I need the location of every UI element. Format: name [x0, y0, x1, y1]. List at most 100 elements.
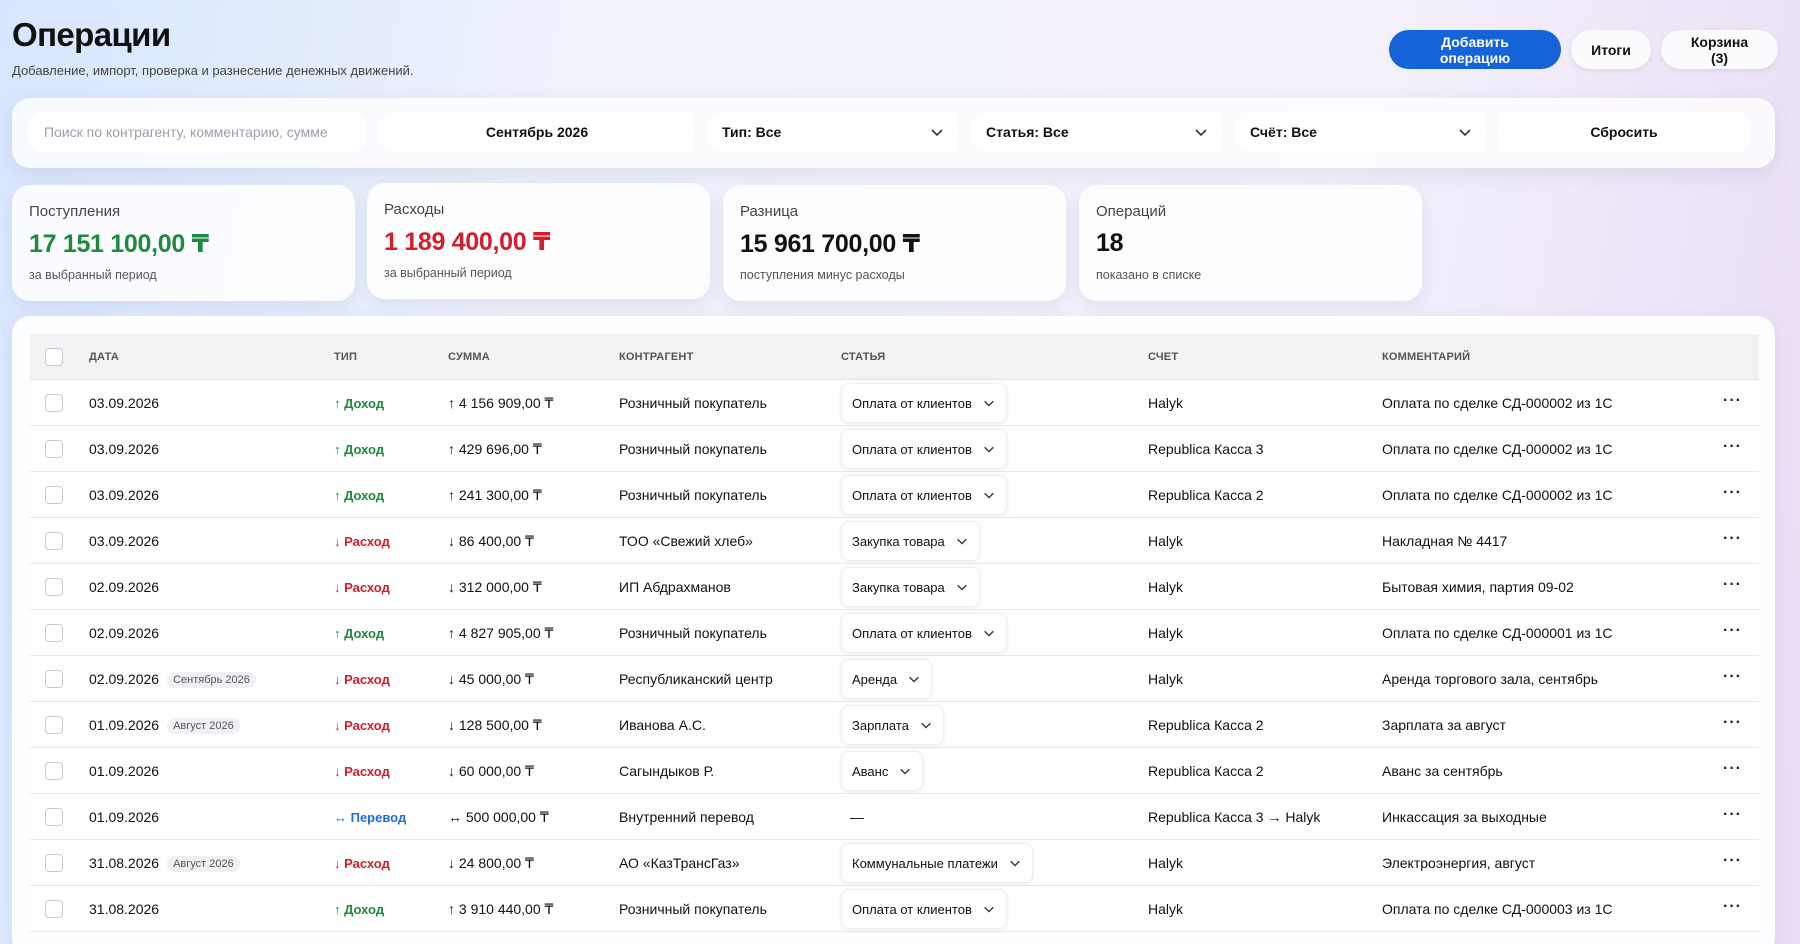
row-account: Republica Касса 2 — [1148, 717, 1264, 733]
table-row[interactable]: 02.09.2026 ↓ Расход ↓ 312 000,00 ₸ ИП Абдра… — [30, 564, 1759, 610]
row-comment: Оплата по сделке СД-000002 из 1С — [1382, 487, 1613, 503]
row-type: ↑ Доход — [334, 488, 385, 503]
more-icon[interactable]: ··· — [1723, 714, 1742, 732]
column-header-account[interactable]: СЧЕТ — [1148, 351, 1178, 363]
row-date: 02.09.2026 — [89, 579, 159, 595]
table-row[interactable]: 01.09.2026 Август 2026 ↓ Расход ↓ 128 500,0… — [30, 702, 1759, 748]
select-all-checkbox[interactable] — [45, 348, 63, 366]
expense-label: Расходы — [384, 201, 445, 218]
row-category-select[interactable]: Оплата от клиентов — [841, 383, 1007, 423]
table-row[interactable]: 31.08.2026 Август 2026 ↓ Расход ↓ 24 800,00… — [30, 840, 1759, 886]
row-counterparty: Розничный покупатель — [619, 395, 767, 411]
row-date: 03.09.2026 — [89, 533, 159, 549]
row-sum: ↑ 4 156 909,00 ₸ — [448, 395, 554, 411]
row-category-label: Закупка товара — [852, 533, 945, 549]
diff-card: Разница 15 961 700,00 ₸ поступления мину… — [723, 185, 1066, 301]
row-type: ↔ Перевод — [334, 810, 407, 825]
chevron-down-icon — [1194, 125, 1208, 139]
row-comment: Бытовая химия, партия 09-02 — [1382, 579, 1574, 595]
chevron-down-icon — [1008, 856, 1022, 870]
row-date-value: 31.08.2026 — [89, 855, 160, 871]
more-icon[interactable]: ··· — [1723, 852, 1742, 870]
page-subtitle: Добавление, импорт, проверка и разнесени… — [12, 63, 414, 78]
period-picker[interactable]: Сентябрь 2026 — [380, 112, 694, 152]
category-select-label: Статья: Все — [986, 124, 1069, 140]
chevron-down-icon — [982, 626, 996, 640]
income-card: Поступления 17 151 100,00 ₸ за выбранный… — [12, 185, 355, 301]
row-category-label: Аванс — [852, 763, 889, 779]
reset-filters-button[interactable]: Сбросить — [1498, 112, 1750, 152]
column-header-date[interactable]: ДАТА — [89, 351, 119, 363]
more-icon[interactable]: ··· — [1723, 898, 1742, 916]
more-icon[interactable]: ··· — [1723, 576, 1742, 594]
row-account: Republica Касса 3 — [1148, 441, 1264, 457]
search-input[interactable] — [28, 112, 366, 152]
row-sum: ↑ 4 827 905,00 ₸ — [448, 625, 554, 641]
row-account: Halyk — [1148, 671, 1184, 687]
chevron-down-icon — [930, 125, 944, 139]
more-icon[interactable]: ··· — [1723, 806, 1742, 824]
table-row[interactable]: 03.09.2026 ↑ Доход ↑ 429 696,00 ₸ Розничный… — [30, 426, 1759, 472]
header-actions: Добавить операцию Итоги Корзина (3) — [1389, 30, 1778, 69]
table-row[interactable]: 03.09.2026 ↑ Доход ↑ 4 156 909,00 ₸ Розничн… — [30, 380, 1759, 426]
more-icon[interactable]: ··· — [1723, 530, 1742, 548]
row-checkbox[interactable] — [45, 808, 63, 826]
more-icon[interactable]: ··· — [1723, 392, 1742, 410]
more-icon[interactable]: ··· — [1723, 484, 1742, 502]
row-checkbox[interactable] — [45, 854, 63, 872]
column-header-category[interactable]: СТАТЬЯ — [841, 351, 885, 363]
column-header-comment[interactable]: КОММЕНТАРИЙ — [1382, 351, 1470, 363]
row-category-select[interactable]: Оплата от клиентов — [841, 475, 1007, 515]
row-category-select[interactable]: Закупка товара — [841, 567, 980, 607]
row-checkbox[interactable] — [45, 440, 63, 458]
column-header-counterparty[interactable]: КОНТРАГЕНТ — [619, 351, 693, 363]
column-header-sum[interactable]: СУММА — [448, 351, 490, 363]
row-category-select[interactable]: Аренда — [841, 659, 933, 699]
category-select[interactable]: Статья: Все — [972, 112, 1222, 152]
expense-value: 1 189 400,00 ₸ — [384, 228, 551, 256]
chevron-down-icon — [898, 764, 912, 778]
row-sum: ↓ 128 500,00 ₸ — [448, 717, 542, 733]
row-checkbox[interactable] — [45, 486, 63, 504]
row-category-label: Оплата от клиентов — [852, 901, 972, 917]
table-row[interactable]: 02.09.2026 Сентябрь 2026 ↓ Расход ↓ 45 000,… — [30, 656, 1759, 702]
row-category-select[interactable]: Аванс — [841, 751, 924, 791]
type-select[interactable]: Тип: Все — [708, 112, 958, 152]
row-category-select[interactable]: Оплата от клиентов — [841, 429, 1007, 469]
table-row[interactable]: 02.09.2026 ↑ Доход ↑ 4 827 905,00 ₸ Розничн… — [30, 610, 1759, 656]
row-sum: ↑ 429 696,00 ₸ — [448, 441, 542, 457]
row-category-select[interactable]: Зарплата — [841, 705, 944, 745]
row-checkbox[interactable] — [45, 624, 63, 642]
row-checkbox[interactable] — [45, 532, 63, 550]
row-checkbox[interactable] — [45, 578, 63, 596]
row-checkbox[interactable] — [45, 394, 63, 412]
row-date-value: 02.09.2026 — [89, 671, 160, 687]
table-row[interactable]: 03.09.2026 ↑ Доход ↑ 241 300,00 ₸ Розничный… — [30, 472, 1759, 518]
account-select[interactable]: Счёт: Все — [1236, 112, 1486, 152]
row-type: ↑ Доход — [334, 902, 385, 917]
row-category-select[interactable]: Оплата от клиентов — [841, 613, 1007, 653]
row-category-select[interactable]: Оплата от клиентов — [841, 889, 1007, 929]
cart-button[interactable]: Корзина (3) — [1661, 30, 1778, 69]
row-checkbox[interactable] — [45, 716, 63, 734]
row-type: ↑ Доход — [334, 442, 385, 457]
table-row[interactable]: 01.09.2026 ↓ Расход ↓ 60 000,00 ₸ Сагындыко… — [30, 748, 1759, 794]
add-operation-button[interactable]: Добавить операцию — [1389, 30, 1561, 69]
more-icon[interactable]: ··· — [1723, 668, 1742, 686]
row-category-select[interactable]: Закупка товара — [841, 521, 980, 561]
row-category-select[interactable]: Коммунальные платежи — [841, 843, 1033, 883]
row-checkbox[interactable] — [45, 670, 63, 688]
row-checkbox[interactable] — [45, 762, 63, 780]
table-row[interactable]: 31.08.2026 ↑ Доход ↑ 3 910 440,00 ₸ Розничн… — [30, 886, 1759, 932]
more-icon[interactable]: ··· — [1723, 622, 1742, 640]
more-icon[interactable]: ··· — [1723, 438, 1742, 456]
row-type: ↑ Доход — [334, 626, 385, 641]
table-row[interactable]: 03.09.2026 ↓ Расход ↓ 86 400,00 ₸ ТОО «Свеж… — [30, 518, 1759, 564]
row-date-value: 01.09.2026 — [89, 763, 160, 779]
row-comment: Накладная № 4417 — [1382, 533, 1508, 549]
totals-button[interactable]: Итоги — [1571, 30, 1651, 69]
table-row[interactable]: 01.09.2026 ↔ Перевод ↔ 500 000,00 ₸ Внутрен… — [30, 794, 1759, 840]
row-checkbox[interactable] — [45, 900, 63, 918]
more-icon[interactable]: ··· — [1723, 760, 1742, 778]
column-header-type[interactable]: ТИП — [334, 351, 357, 363]
